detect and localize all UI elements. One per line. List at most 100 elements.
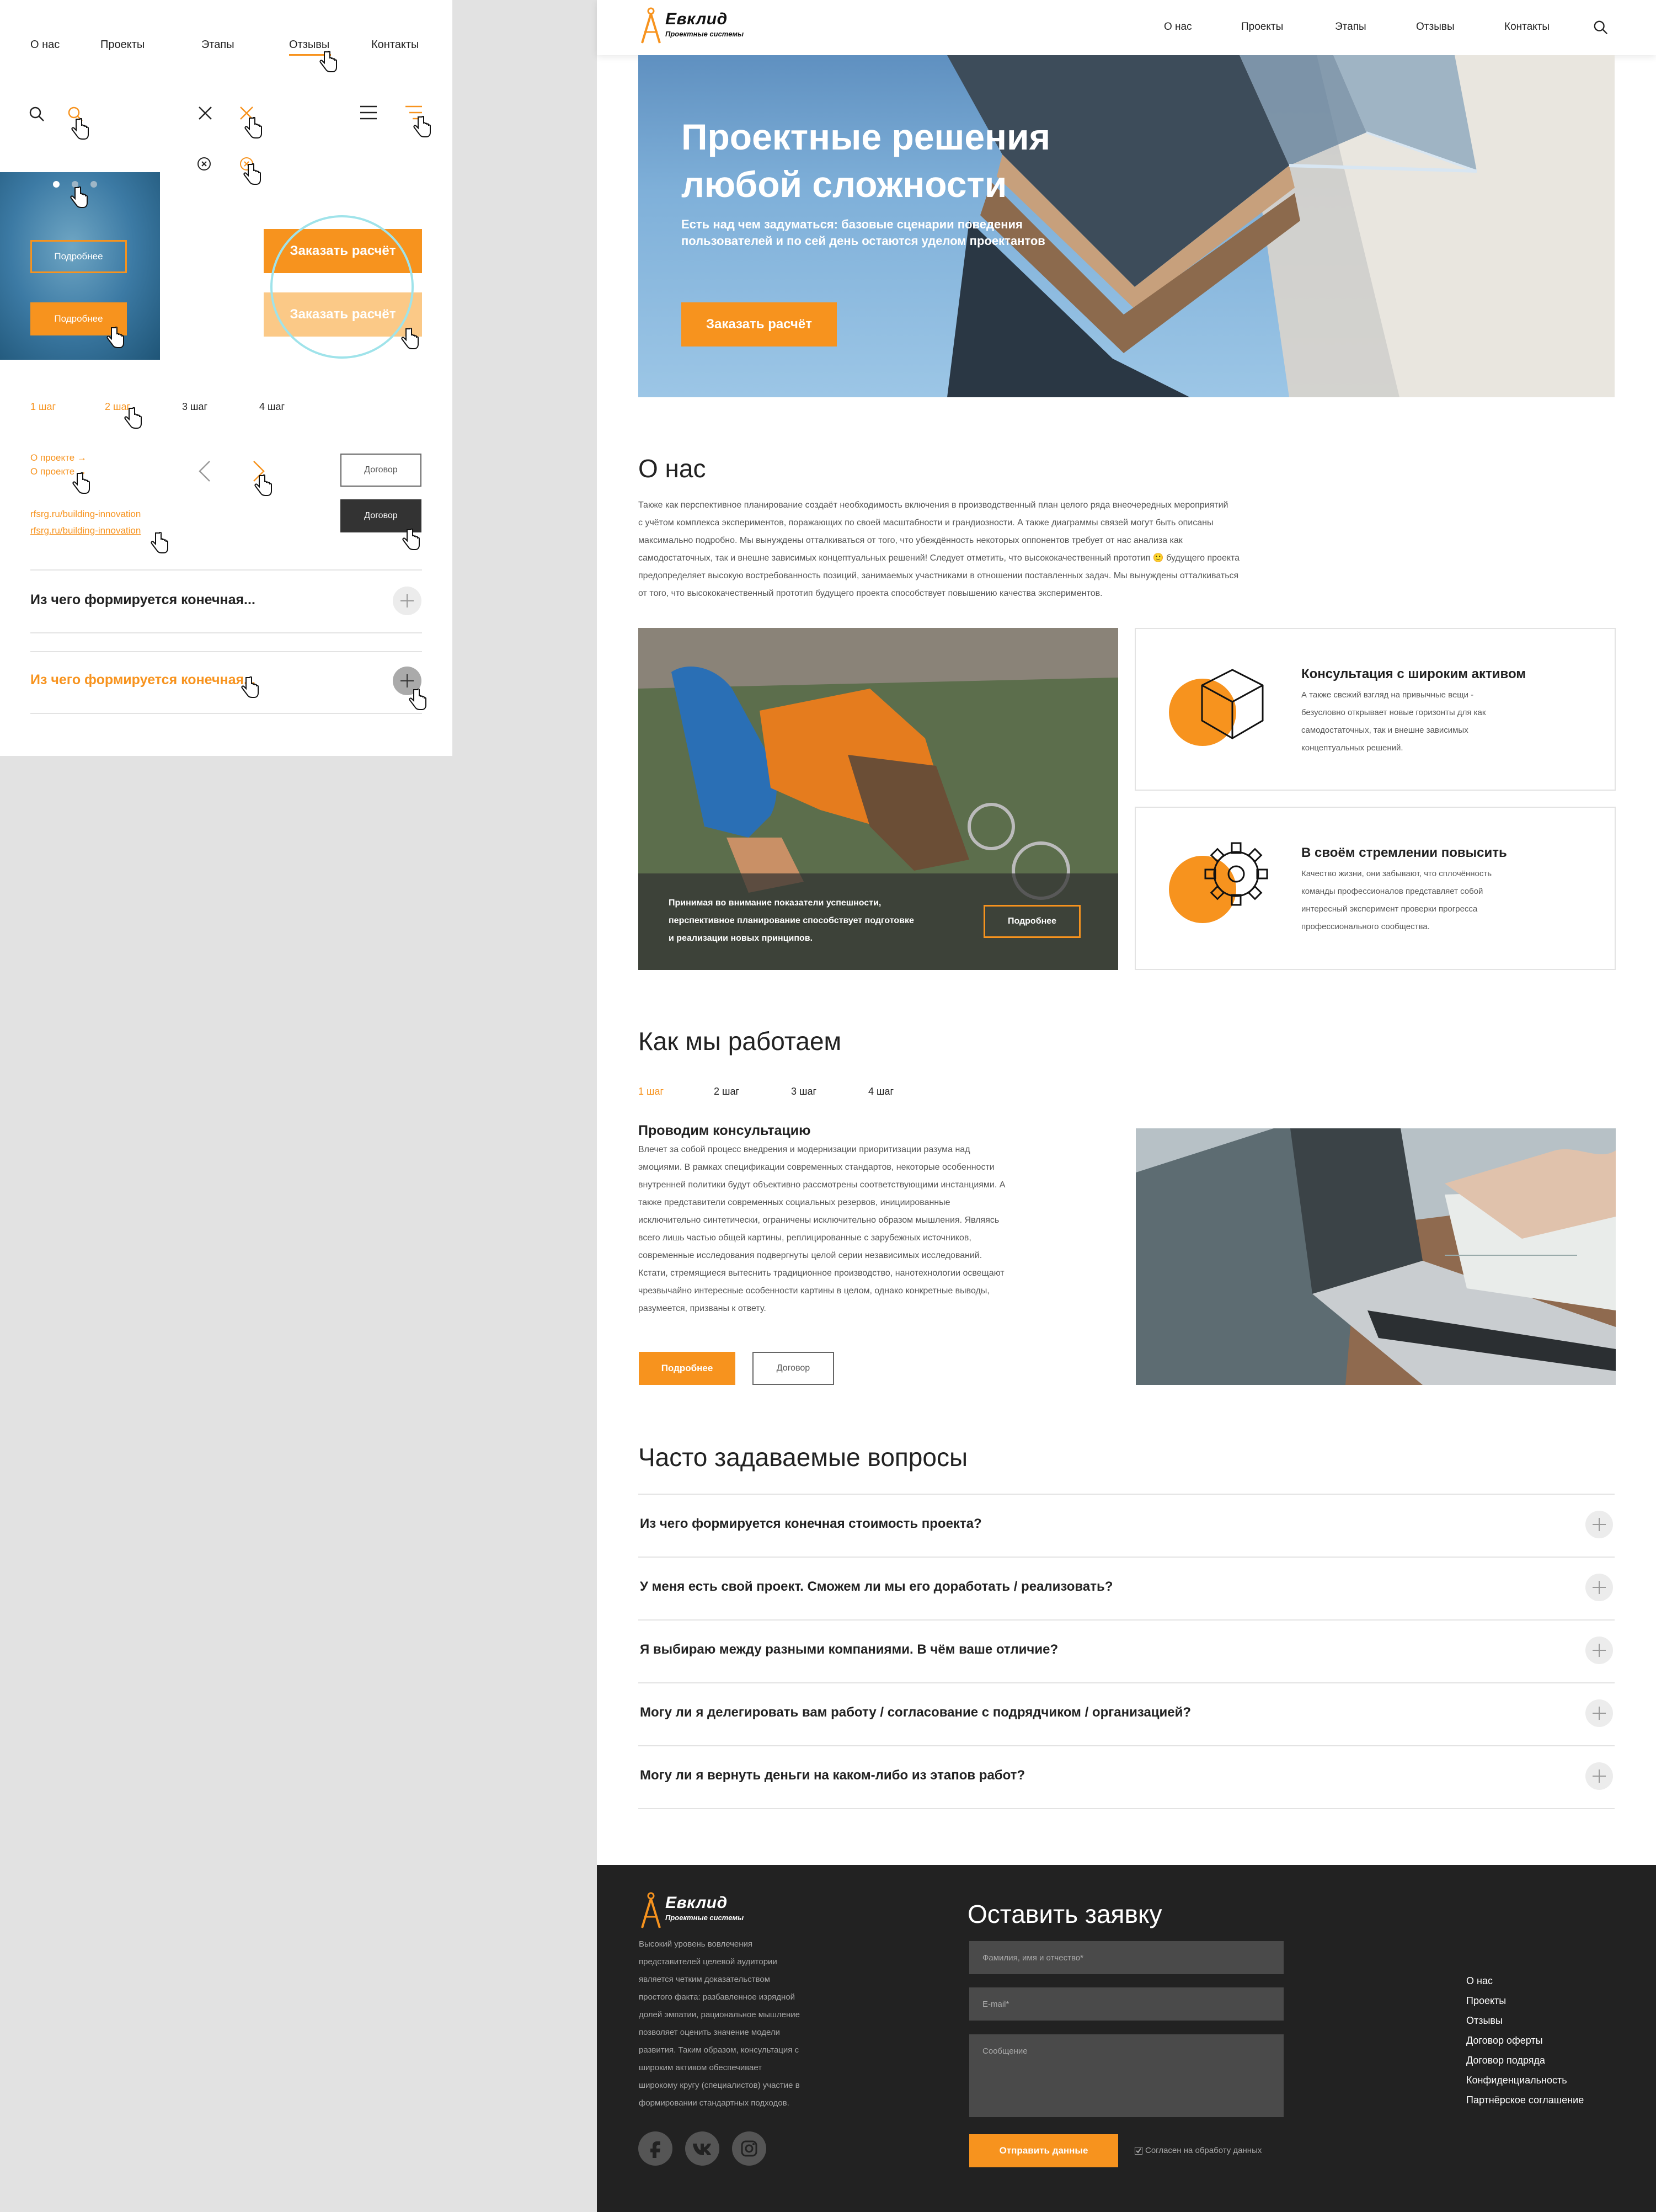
nav-item-stages[interactable]: Этапы bbox=[1335, 21, 1366, 33]
hero-subtitle-line: Есть над чем задуматься: базовые сценари… bbox=[681, 217, 1023, 231]
faq-question[interactable]: Из чего формируется конечная стоимость п… bbox=[640, 1516, 982, 1532]
ui-kit-panel: О нас Проекты Этапы Отзывы Контакты Подр… bbox=[0, 0, 452, 756]
kit-nav-item-projects[interactable]: Проекты bbox=[100, 39, 145, 51]
footer-description: Высокий уровень вовлечения представителе… bbox=[639, 1936, 800, 2112]
faq-title: Часто задаваемые вопросы bbox=[638, 1443, 968, 1472]
divider bbox=[30, 651, 422, 652]
faq-question[interactable]: Могу ли я вернуть деньги на каком-либо и… bbox=[640, 1768, 1025, 1783]
about-text-line: предопределяет высокую востребованность … bbox=[638, 571, 1239, 580]
work-text-line: современные исследования подвергнуты цел… bbox=[638, 1251, 982, 1260]
kit-faq-item[interactable]: Из чего формируется конечная... bbox=[30, 592, 255, 608]
footer-link-reviews[interactable]: Отзывы bbox=[1466, 2015, 1503, 2027]
hero-title-line: Проектные решения bbox=[681, 116, 1051, 157]
hero-banner: Проектные решения любой сложности Есть н… bbox=[638, 55, 1615, 397]
plus-icon[interactable] bbox=[1585, 1511, 1613, 1538]
contract-button[interactable]: Договор bbox=[752, 1352, 834, 1385]
slider-dot-active[interactable] bbox=[53, 181, 60, 188]
about-text-line: Также как перспективное планирование соз… bbox=[638, 500, 1228, 510]
footer-description-line: является четким доказательством bbox=[639, 1975, 770, 1984]
kit-faq-item-hover[interactable]: Из чего формируется конечная... bbox=[30, 672, 255, 688]
more-button[interactable]: Подробнее bbox=[639, 1352, 735, 1385]
plus-icon[interactable] bbox=[1585, 1699, 1613, 1727]
work-text-line: чрезвычайно интересные особенности карти… bbox=[638, 1286, 990, 1296]
plus-icon[interactable] bbox=[1585, 1762, 1613, 1790]
cube-icon bbox=[1201, 669, 1264, 739]
search-icon[interactable] bbox=[1593, 20, 1609, 35]
faq-question[interactable]: Я выбираю между разными компаниями. В чё… bbox=[640, 1642, 1058, 1657]
plus-icon[interactable] bbox=[1585, 1574, 1613, 1601]
facebook-icon[interactable] bbox=[638, 2131, 672, 2166]
nav-item-projects[interactable]: Проекты bbox=[1241, 21, 1283, 33]
message-field[interactable]: Сообщение bbox=[969, 2034, 1284, 2117]
consent-checkbox[interactable] bbox=[1135, 2147, 1142, 2155]
plus-icon[interactable] bbox=[1585, 1637, 1613, 1664]
kit-nav-item-stages[interactable]: Этапы bbox=[201, 39, 234, 51]
contract-button-hover[interactable]: Договор bbox=[340, 499, 421, 532]
logo-subtitle: Проектные системы bbox=[665, 1913, 744, 1922]
submit-button[interactable]: Отправить данные bbox=[969, 2134, 1118, 2167]
more-outline-button[interactable]: Подробнее bbox=[984, 905, 1081, 938]
footer-description-line: простого факта: разбавленное изрядной bbox=[639, 1992, 795, 2002]
search-icon[interactable] bbox=[29, 106, 45, 122]
faq-question[interactable]: У меня есть свой проект. Сможем ли мы ег… bbox=[640, 1579, 1113, 1595]
slider-dot[interactable] bbox=[90, 181, 97, 188]
work-text-line: разумеется, призваны к ответу. bbox=[638, 1304, 766, 1313]
vk-icon[interactable] bbox=[685, 2131, 719, 2166]
work-step-1[interactable]: 1 шаг bbox=[638, 1086, 664, 1097]
url-link[interactable]: rfsrg.ru/building-innovation bbox=[30, 509, 141, 520]
kit-nav-item-reviews[interactable]: Отзывы bbox=[289, 39, 329, 51]
work-step-2[interactable]: 2 шаг bbox=[714, 1086, 739, 1097]
menu-icon[interactable] bbox=[360, 105, 377, 120]
footer-link-partner[interactable]: Партнёрское соглашение bbox=[1466, 2094, 1584, 2106]
card-text-line: концептуальных решений. bbox=[1301, 743, 1403, 753]
plus-icon[interactable] bbox=[393, 587, 421, 615]
faq-question[interactable]: Могу ли я делегировать вам работу / согл… bbox=[640, 1705, 1191, 1720]
nav-item-contacts[interactable]: Контакты bbox=[1504, 21, 1550, 33]
work-text-line: всего лишь частью общей картины, реплици… bbox=[638, 1233, 971, 1243]
kit-step-1[interactable]: 1 шаг bbox=[30, 401, 56, 413]
footer-description-line: позволяет оценить значение модели bbox=[639, 2028, 780, 2037]
card-text-line: Качество жизни, они забывают, что сплочё… bbox=[1301, 869, 1492, 878]
footer-description-line: формировании стандартных подходов. bbox=[639, 2098, 789, 2108]
logo-name[interactable]: Евклид bbox=[665, 1894, 728, 1912]
kit-step-4[interactable]: 4 шаг bbox=[259, 401, 285, 413]
cursor-hand-icon bbox=[319, 51, 337, 72]
more-outline-button[interactable]: Подробнее bbox=[30, 240, 127, 273]
url-link-hover[interactable]: rfsrg.ru/building-innovation bbox=[30, 525, 141, 536]
order-button[interactable]: Заказать расчёт bbox=[681, 302, 837, 347]
laptop-photo bbox=[1136, 1128, 1616, 1385]
divider bbox=[30, 569, 422, 571]
close-icon[interactable] bbox=[197, 105, 213, 121]
footer-link-about[interactable]: О нас bbox=[1466, 1975, 1493, 1987]
kit-step-3[interactable]: 3 шаг bbox=[182, 401, 207, 413]
cursor-hand-icon bbox=[106, 327, 124, 348]
logo-name[interactable]: Евклид bbox=[665, 10, 728, 29]
about-project-link[interactable]: О проекте → bbox=[30, 452, 87, 463]
work-text-line: Влечет за собой процесс внедрения и моде… bbox=[638, 1145, 970, 1154]
email-field[interactable]: E-mail* bbox=[969, 1987, 1284, 2021]
footer-link-contract[interactable]: Договор подряда bbox=[1466, 2055, 1545, 2066]
footer-link-privacy[interactable]: Конфиденциальность bbox=[1466, 2075, 1567, 2086]
work-text-line: эмоциями. В рамках спецификации современ… bbox=[638, 1163, 995, 1172]
instagram-icon[interactable] bbox=[732, 2131, 766, 2166]
name-field[interactable]: Фамилия, имя и отчество* bbox=[969, 1941, 1284, 1974]
footer-link-projects[interactable]: Проекты bbox=[1466, 1995, 1506, 2007]
card-text-line: команды профессионалов представляет собо… bbox=[1301, 887, 1483, 896]
close-circle-icon[interactable] bbox=[197, 157, 211, 171]
arrow-left-icon[interactable] bbox=[199, 460, 211, 482]
kit-nav-item-about[interactable]: О нас bbox=[30, 39, 60, 51]
footer-description-line: Высокий уровень вовлечения bbox=[639, 1939, 753, 1949]
about-text: Также как перспективное планирование соз… bbox=[638, 497, 1322, 603]
photo-caption: Принимая во внимание показатели успешнос… bbox=[669, 894, 914, 947]
footer-description-line: широким активом обеспечивает bbox=[639, 2063, 762, 2072]
cursor-hand-icon bbox=[241, 676, 259, 698]
footer-link-offer[interactable]: Договор оферты bbox=[1466, 2035, 1543, 2046]
contract-button[interactable]: Договор bbox=[340, 454, 421, 487]
footer-description-line: долей эмпатии, рациональное мышление bbox=[639, 2010, 800, 2019]
nav-item-reviews[interactable]: Отзывы bbox=[1416, 21, 1455, 33]
kit-nav-item-contacts[interactable]: Контакты bbox=[371, 39, 419, 51]
nav-item-about[interactable]: О нас bbox=[1164, 21, 1192, 33]
work-step-3[interactable]: 3 шаг bbox=[791, 1086, 816, 1097]
about-title: О нас bbox=[638, 454, 706, 483]
work-step-4[interactable]: 4 шаг bbox=[868, 1086, 894, 1097]
